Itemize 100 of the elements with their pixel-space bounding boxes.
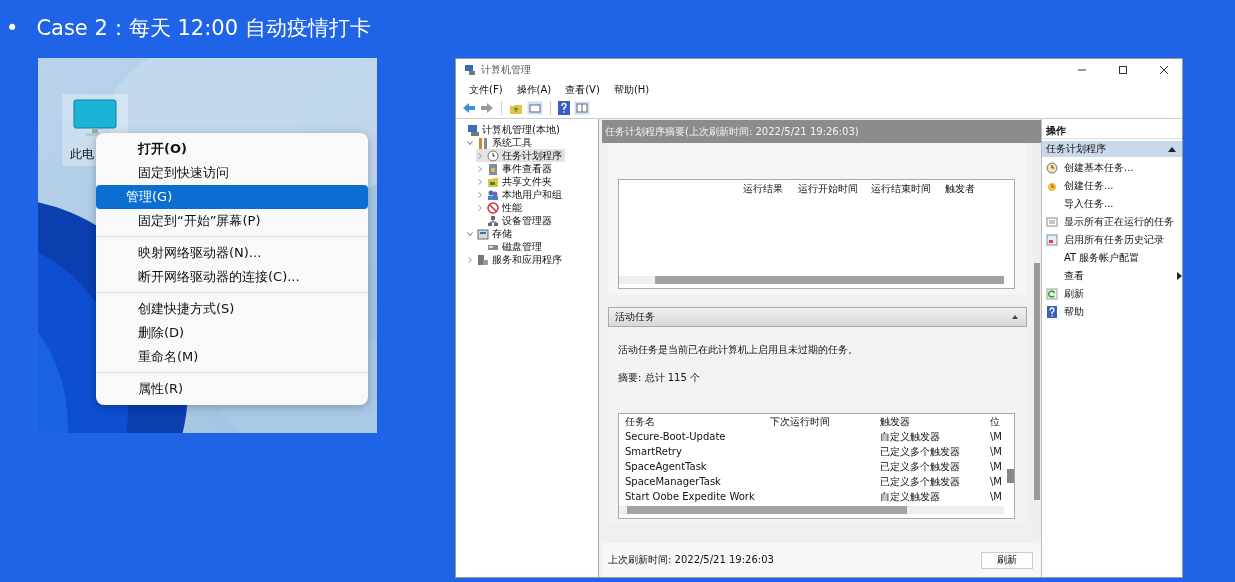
- clock-icon: [487, 149, 499, 162]
- tree-item[interactable]: 任务计划程序: [476, 149, 565, 162]
- computer-manage-icon: [464, 64, 476, 76]
- table-cell-text: \M: [989, 431, 1002, 442]
- menu-item[interactable]: 创建快捷方式(S): [102, 297, 362, 321]
- bullet-mark: •: [6, 16, 19, 40]
- menu-item[interactable]: 删除(D): [102, 321, 362, 345]
- menu-bar-item[interactable]: 查看(V): [558, 82, 607, 97]
- users-icon: [487, 188, 499, 201]
- table-cell-text: Secure-Boot-Update: [624, 431, 727, 442]
- menu-item[interactable]: 重命名(M): [102, 345, 362, 369]
- column-header[interactable]: 触发器: [874, 414, 984, 429]
- history-icon: [1046, 234, 1058, 246]
- list-icon: [1046, 216, 1058, 228]
- last-refresh-text: 上次刷新时间: 2022/5/21 19:26:03: [608, 553, 774, 567]
- panel-icon[interactable]: [574, 101, 590, 115]
- actions-header: 操作: [1042, 123, 1182, 139]
- menu-bar-item[interactable]: 文件(F): [462, 82, 510, 97]
- tree-item[interactable]: 服务和应用程序: [466, 253, 565, 266]
- summary-header-bar: 任务计划程序摘要(上次刷新时间: 2022/5/21 19:26:03): [602, 120, 1041, 143]
- tree-item[interactable]: 共享文件夹: [476, 175, 555, 188]
- chevron-right-icon[interactable]: [476, 151, 484, 160]
- menu-item[interactable]: 管理(G): [96, 185, 368, 209]
- chevron-right-icon[interactable]: [476, 177, 484, 186]
- action-item[interactable]: 创建基本任务...: [1042, 159, 1182, 177]
- action-item[interactable]: AT 服务帐户配置: [1042, 249, 1182, 267]
- chevron-down-icon[interactable]: [466, 138, 474, 147]
- desktop-icon-label: 此电: [70, 146, 94, 163]
- chevron-down-icon[interactable]: [466, 229, 474, 238]
- submenu-arrow-icon: [1177, 272, 1182, 280]
- chevron-right-icon[interactable]: [466, 255, 474, 264]
- menu-item[interactable]: 断开网络驱动器的连接(C)...: [102, 265, 362, 289]
- forward-arrow-icon[interactable]: [480, 102, 494, 114]
- panel-icon[interactable]: [527, 101, 543, 115]
- table-cell-text: SpaceManagerTask: [624, 476, 722, 487]
- table-cell-text: 已定义多个触发器: [879, 444, 961, 459]
- summary-text: 摘要: 总计 115 个: [618, 371, 701, 385]
- horizontal-scrollbar[interactable]: [619, 506, 1004, 514]
- column-header[interactable]: 运行结果: [739, 182, 794, 196]
- storage-icon: [477, 227, 489, 240]
- table-cell-text: Start Oobe Expedite Work: [624, 491, 756, 502]
- menu-item[interactable]: 映射网络驱动器(N)...: [102, 241, 362, 265]
- menu-bar-item[interactable]: 帮助(H): [606, 82, 657, 97]
- chevron-right-icon[interactable]: [476, 203, 484, 212]
- help-icon: [1046, 306, 1058, 318]
- table-cell-text: SpaceAgentTask: [624, 461, 708, 472]
- close-icon[interactable]: [1159, 65, 1169, 75]
- table-cell-text: \M: [989, 476, 1002, 487]
- table-cell-text: \M: [989, 491, 1002, 502]
- action-item[interactable]: 创建任务...: [1042, 177, 1182, 195]
- column-header[interactable]: 触发者: [941, 182, 991, 196]
- tree-item[interactable]: 计算机管理(本地): [456, 123, 563, 136]
- column-header[interactable]: 任务名: [619, 414, 764, 429]
- action-item[interactable]: 帮助: [1042, 303, 1182, 321]
- action-item[interactable]: 查看: [1042, 267, 1182, 285]
- menu-item[interactable]: 固定到“开始”屏幕(P): [102, 209, 362, 233]
- menu-bar-item[interactable]: 操作(A): [509, 82, 559, 97]
- table-cell-text: SmartRetry: [624, 446, 683, 457]
- section-header[interactable]: 活动任务: [608, 307, 1027, 327]
- table-cell-text: 已定义多个触发器: [879, 474, 961, 489]
- tree-item[interactable]: 系统工具: [466, 136, 535, 149]
- back-arrow-icon[interactable]: [462, 102, 476, 114]
- horizontal-scrollbar[interactable]: [619, 276, 1004, 284]
- description-text: 活动任务是当前已在此计算机上启用且未过期的任务。: [618, 343, 859, 357]
- computer-icon: [467, 123, 479, 136]
- tree-item[interactable]: 事件查看器: [476, 162, 555, 175]
- table-cell-text: \M: [989, 446, 1002, 457]
- action-item[interactable]: 导入任务...: [1042, 195, 1182, 213]
- action-item[interactable]: 刷新: [1042, 285, 1182, 303]
- collapse-caret-icon[interactable]: [1012, 315, 1018, 319]
- collapse-caret-icon[interactable]: [1168, 146, 1176, 152]
- device-icon: [487, 214, 499, 227]
- column-header[interactable]: 下次运行时间: [764, 414, 874, 429]
- tree-item[interactable]: 本地用户和组: [476, 188, 565, 201]
- clock-icon: [1046, 162, 1058, 174]
- maximize-icon[interactable]: [1118, 65, 1128, 75]
- table-cell-text: 已定义多个触发器: [879, 459, 961, 474]
- table-cell-text: \M: [989, 461, 1002, 472]
- tree-item[interactable]: 性能: [476, 201, 525, 214]
- tools-icon: [477, 136, 489, 149]
- column-header[interactable]: 运行结束时间: [867, 182, 941, 196]
- table-cell-text: 自定义触发器: [879, 489, 941, 504]
- chevron-right-icon[interactable]: [476, 190, 484, 199]
- log-icon: [487, 162, 499, 175]
- refresh-button[interactable]: 刷新: [981, 551, 1033, 569]
- tree-item[interactable]: 设备管理器: [476, 214, 555, 227]
- table-cell-text: 自定义触发器: [879, 429, 941, 444]
- column-header[interactable]: 运行开始时间: [794, 182, 867, 196]
- chevron-right-icon[interactable]: [476, 164, 484, 173]
- actions-group-header[interactable]: 任务计划程序: [1042, 141, 1182, 157]
- folder-icon: [487, 175, 499, 188]
- action-item[interactable]: 启用所有任务历史记录: [1042, 231, 1182, 249]
- refresh-icon: [1046, 288, 1058, 300]
- menu-item[interactable]: 属性(R): [102, 377, 362, 401]
- help-icon[interactable]: [558, 101, 570, 115]
- column-header[interactable]: 位: [984, 414, 1000, 429]
- tree-item[interactable]: 存储: [466, 227, 515, 240]
- monitor-icon: [72, 98, 118, 138]
- tree-item[interactable]: 磁盘管理: [476, 240, 545, 253]
- action-item[interactable]: 显示所有正在运行的任务: [1042, 213, 1182, 231]
